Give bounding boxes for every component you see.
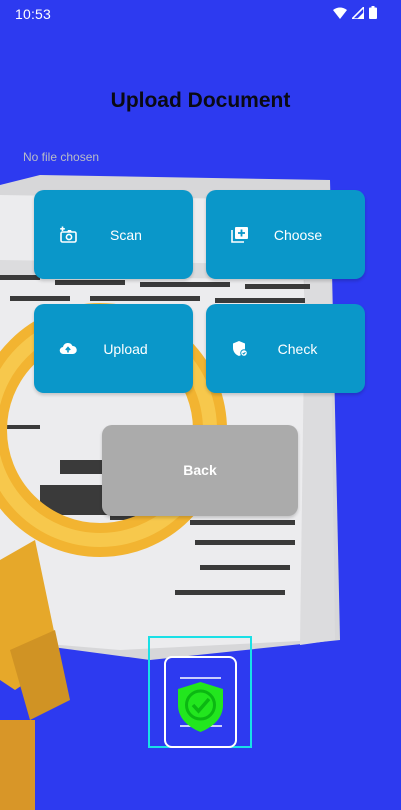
scan-button[interactable]: Scan	[34, 190, 193, 279]
page-title: Upload Document	[110, 89, 291, 112]
status-bar: 10:53	[0, 0, 401, 28]
back-button[interactable]: Back	[102, 425, 298, 516]
upload-button-label: Upload	[103, 341, 148, 357]
check-button-label: Check	[277, 341, 318, 357]
scan-button-label: Scan	[110, 227, 142, 243]
cellular-signal-icon	[352, 6, 364, 19]
check-button[interactable]: Check	[206, 304, 365, 393]
file-status-text: No file chosen	[23, 150, 100, 164]
app-logo	[164, 656, 237, 748]
choose-button-label: Choose	[273, 227, 323, 243]
upload-button[interactable]: Upload	[34, 304, 193, 393]
wifi-icon	[333, 7, 347, 19]
shield-check-logo-icon	[178, 677, 223, 732]
status-icons	[333, 6, 377, 19]
battery-icon	[369, 6, 377, 19]
choose-button[interactable]: Choose	[206, 190, 365, 279]
status-time: 10:53	[15, 6, 52, 22]
